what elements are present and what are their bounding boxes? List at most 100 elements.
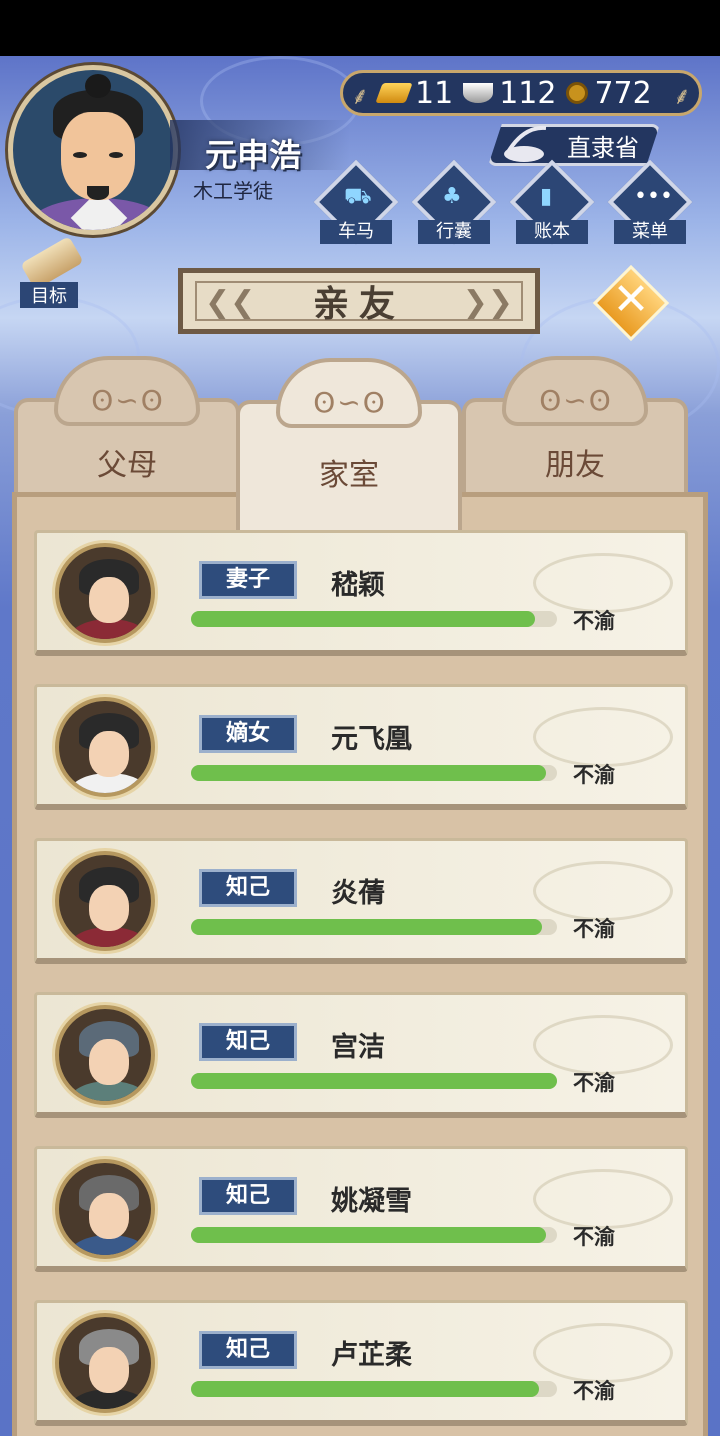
goal-button[interactable]: 目标 [10,236,84,308]
portrait-face [89,1193,129,1239]
tab-label: 父母 [97,448,157,483]
affinity-status: 不渝 [573,1071,615,1095]
tab-friends[interactable]: ʘ∽ʘ 朋友 [462,356,688,506]
relative-portrait [55,697,155,797]
relative-name: 嵇颖 [331,570,385,601]
relative-name: 宫洁 [331,1032,385,1063]
relation-badge: 知己 [199,1023,297,1061]
relative-portrait [55,1005,155,1105]
affinity-fill [191,919,543,935]
wave-decoration [533,1169,673,1229]
wave-decoration [533,1323,673,1383]
relative-name: 姚凝雪 [331,1186,412,1217]
tab-parents[interactable]: ʘ∽ʘ 父母 [14,356,240,506]
wave-decoration [533,861,673,921]
portrait-face [89,1039,129,1085]
player-title: 木工学徒 [193,179,273,203]
bundle-label: 行囊 [418,220,490,244]
affinity-bar [191,1381,557,1397]
copper-coin-icon [566,82,589,104]
gold-amount: 11 [415,75,454,111]
affinity-status: 不渝 [573,1379,615,1403]
silver-amount: 112 [499,75,557,111]
avatar-eye [109,152,123,158]
relation-badge: 知己 [199,1177,297,1215]
affinity-status: 不渝 [573,609,615,633]
iron-icon [504,125,547,162]
carriage-label: 车马 [320,220,392,244]
relative-portrait [55,1313,155,1413]
more-icon: ••• [634,184,673,209]
relation-badge: 知己 [199,869,297,907]
player-name: 元申浩 [205,136,302,174]
relative-name: 炎蒨 [331,878,385,909]
relative-entry[interactable]: 嫡女 元飞凰 不渝 [34,684,688,810]
portrait-face [89,577,129,623]
gold-ingot-icon [375,83,413,103]
tab-label: 家室 [319,458,379,493]
affinity-bar [191,765,557,781]
silver-ingot-icon [463,83,494,103]
cloud-ornament-icon: ʘ∽ʘ [539,384,613,417]
chevron-right-decoration: ❯❯ [462,285,513,320]
tab-family[interactable]: ʘ∽ʘ 家室 [236,358,462,546]
close-icon[interactable]: ✕ [603,272,659,328]
chevron-left-decoration: ❮❮ [205,285,256,320]
affinity-bar [191,919,557,935]
carriage-button[interactable]: ⛟ 车马 [313,159,399,248]
location-label: 直隶省 [567,133,639,162]
avatar-eye [73,152,87,158]
affinity-bar [191,1227,557,1243]
relation-badge: 知己 [199,1331,297,1369]
portrait-face [89,731,129,777]
tab-label: 朋友 [545,448,605,483]
relative-portrait [55,543,155,643]
coin-amount: 772 [594,75,652,111]
wave-decoration [533,1015,673,1075]
affinity-status: 不渝 [573,917,615,941]
wave-decoration [533,707,673,767]
panel-title-banner: ❮❮ 亲友 ❯❯ [178,268,540,334]
ledger-button[interactable]: ▮ 账本 [509,159,595,248]
affinity-fill [191,1073,557,1089]
player-avatar[interactable] [8,65,178,235]
bundle-button[interactable]: ♣ 行囊 [411,159,497,248]
bamboo-icon: ⸙ [673,82,691,110]
affinity-bar [191,1073,557,1089]
relative-name: 卢芷柔 [331,1340,412,1371]
relation-badge: 妻子 [199,561,297,599]
bamboo-icon: ⸙ [351,82,369,110]
affinity-status: 不渝 [573,763,615,787]
relation-badge: 嫡女 [199,715,297,753]
portrait-face [89,885,129,931]
relative-entry[interactable]: 知己 炎蒨 不渝 [34,838,688,964]
relative-entry[interactable]: 知己 卢芷柔 不渝 [34,1300,688,1426]
panel-title: 亲友 [312,284,405,325]
relative-entry[interactable]: 妻子 嵇颖 不渝 [34,530,688,656]
affinity-fill [191,765,547,781]
relative-portrait [55,1159,155,1259]
affinity-status: 不渝 [573,1225,615,1249]
status-bar [0,0,720,56]
menu-label: 菜单 [614,220,686,244]
carriage-icon: ⛟ [344,184,372,209]
avatar-beard [87,186,109,200]
relative-name: 元飞凰 [331,724,412,755]
wave-decoration [533,553,673,613]
affinity-bar [191,611,557,627]
affinity-fill [191,1227,547,1243]
bundle-icon: ♣ [442,184,462,209]
relative-entry[interactable]: 知己 宫洁 不渝 [34,992,688,1118]
currency-bar: ⸙ 11 112 772 ⸙ [340,70,702,116]
portrait-face [89,1347,129,1393]
cloud-ornament-icon: ʘ∽ʘ [313,386,387,419]
avatar-topknot [85,74,111,98]
affinity-fill [191,1381,539,1397]
ledger-label: 账本 [516,220,588,244]
ledger-icon: ▮ [540,184,553,209]
affinity-fill [191,611,536,627]
goal-label: 目标 [20,282,78,308]
relative-portrait [55,851,155,951]
relative-entry[interactable]: 知己 姚凝雪 不渝 [34,1146,688,1272]
menu-button[interactable]: ••• 菜单 [607,159,693,248]
